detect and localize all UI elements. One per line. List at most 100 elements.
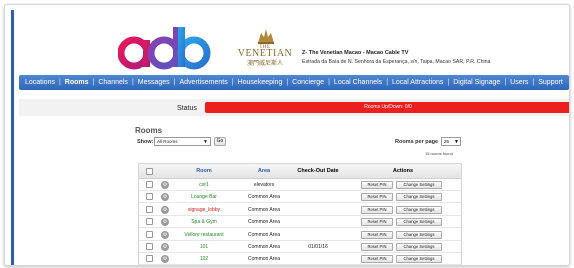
show-filter-select[interactable]: All Rooms ▼	[154, 137, 211, 146]
nav-item-rooms[interactable]: Rooms	[65, 79, 89, 86]
gear-icon[interactable]: ⚙	[161, 255, 169, 264]
rooms-title: Rooms	[135, 126, 163, 135]
room-name[interactable]: 101	[169, 241, 239, 253]
change-settings-button[interactable]: Change Settings	[396, 181, 442, 189]
change-settings-button[interactable]: Change Settings	[396, 243, 442, 251]
nav-item-concierge[interactable]: Concierge	[292, 79, 324, 86]
row-checkbox[interactable]	[146, 243, 153, 250]
change-settings-button[interactable]: Change Settings	[396, 218, 442, 227]
main-nav: Locations | Rooms | Channels | Messages | Advert…	[19, 75, 569, 90]
chevron-down-icon: ▼	[454, 139, 459, 145]
reset-pin-button[interactable]: Reset PIN	[361, 193, 393, 202]
nav-separator: |	[173, 79, 176, 86]
rooms-table: Room Area Check-Out Date Actions ⚙ cor1 el…	[138, 163, 462, 265]
room-area: Common Area	[248, 219, 280, 226]
room-name[interactable]: Vellore restaurant	[169, 229, 239, 241]
table-row: ⚙ 102 Common Area Reset PIN Change Settings	[139, 253, 461, 265]
change-settings-button[interactable]: Change Settings	[396, 193, 442, 202]
table-row: ⚙ signage_lobby Common Area Reset PIN Change…	[139, 204, 461, 216]
reset-pin-button[interactable]: Reset PIN	[361, 230, 393, 239]
change-settings-button[interactable]: Change Settings	[396, 230, 442, 239]
nav-item-local-channels[interactable]: Local Channels	[334, 79, 382, 86]
gear-icon[interactable]: ⚙	[161, 243, 169, 251]
nav-separator: |	[58, 79, 61, 86]
table-header: Room Area Check-Out Date Actions	[139, 164, 461, 179]
row-checkbox[interactable]	[146, 193, 153, 201]
venetian-title: THE VENETIAN	[237, 45, 293, 59]
room-area: Common Area	[248, 194, 280, 201]
select-all-checkbox[interactable]	[146, 168, 153, 175]
row-checkbox[interactable]	[146, 181, 153, 188]
nav-item-channels[interactable]: Channels	[98, 79, 128, 86]
row-checkbox[interactable]	[146, 255, 153, 263]
site-address: Estrada da Baía de N. Senhora da Esperan…	[302, 59, 491, 65]
nav-item-housekeeping[interactable]: Housekeeping	[238, 79, 283, 86]
reset-pin-button[interactable]: Reset PIN	[361, 218, 393, 227]
row-checkbox[interactable]	[146, 230, 153, 238]
nav-separator: |	[504, 79, 507, 86]
row-checkbox[interactable]	[146, 205, 153, 213]
header-area[interactable]: Area	[239, 164, 289, 179]
nav-separator: |	[92, 79, 95, 86]
nav-item-support[interactable]: Support	[538, 79, 563, 86]
room-checkout	[291, 229, 345, 241]
status-label: Status	[177, 105, 197, 112]
rooms-per-page-select[interactable]: 25 ▼	[441, 137, 461, 146]
app-frame: THE VENETIAN 澳門威尼斯人 Z- The Venetian Maca…	[4, 4, 570, 266]
gear-icon[interactable]: ⚙	[161, 230, 169, 239]
header: THE VENETIAN 澳門威尼斯人 Z- The Venetian Maca…	[5, 5, 569, 73]
room-checkout: 01/01/16	[308, 244, 328, 250]
nav-item-users[interactable]: Users	[510, 79, 528, 86]
status-bar: Rooms Up/Down: 0/0	[205, 102, 569, 113]
room-area: Common Area	[248, 244, 280, 250]
lion-crest-icon	[258, 29, 274, 44]
nav-item-locations[interactable]: Locations	[25, 79, 55, 86]
header-checkout: Check-Out Date	[297, 168, 339, 174]
reset-pin-button[interactable]: Reset PIN	[361, 243, 393, 251]
nav-item-local-attractions[interactable]: Local Attractions	[392, 79, 443, 86]
nav-separator: |	[328, 79, 330, 86]
change-settings-button[interactable]: Change Settings	[396, 255, 442, 264]
table-row: ⚙ Spa & Gym Common Area Reset PIN Change Set…	[139, 216, 461, 229]
table-row: ⚙ 101 Common Area 01/01/16 Reset PIN Change S…	[139, 241, 461, 253]
header-actions: Actions	[392, 168, 414, 174]
nav-item-advertisements[interactable]: Advertisements	[180, 79, 228, 86]
reset-pin-button[interactable]: Reset PIN	[361, 181, 393, 189]
reset-pin-button[interactable]: Reset PIN	[361, 255, 393, 264]
room-area: Common Area	[248, 206, 280, 213]
change-settings-button[interactable]: Change Settings	[396, 205, 442, 214]
adb-logo	[118, 27, 211, 70]
show-label: Show:	[137, 139, 154, 145]
nav-separator: |	[386, 79, 389, 86]
venetian-logo: THE VENETIAN 澳門威尼斯人	[235, 25, 295, 69]
gear-icon[interactable]: ⚙	[161, 181, 169, 189]
room-area: Common Area	[248, 256, 280, 263]
room-name[interactable]: cor1	[169, 179, 239, 191]
reset-pin-button[interactable]: Reset PIN	[361, 205, 393, 214]
room-name[interactable]: signage_lobby	[169, 204, 239, 216]
header-room[interactable]: Room	[169, 164, 239, 179]
nav-separator: |	[447, 79, 450, 86]
gear-icon[interactable]: ⚙	[161, 218, 169, 227]
room-area: Common Area	[248, 231, 280, 238]
room-name[interactable]: Lounge Bar	[169, 191, 239, 203]
nav-separator: |	[286, 79, 289, 86]
row-checkbox[interactable]	[146, 218, 153, 226]
nav-item-messages[interactable]: Messages	[138, 79, 170, 86]
room-checkout	[291, 179, 345, 191]
room-name[interactable]: Spa & Gym	[169, 216, 239, 228]
room-checkout	[291, 253, 345, 265]
nav-item-digital-signage[interactable]: Digital Signage	[453, 79, 500, 86]
table-row: ⚙ cor1 elevators Reset PIN Change Settings	[139, 179, 461, 191]
rooms-count: 15 rooms found	[425, 151, 453, 156]
table-row: ⚙ Vellore restaurant Common Area Reset PIN C…	[139, 229, 461, 241]
room-name[interactable]: 102	[169, 253, 239, 265]
site-name: Z- The Venetian Macao - Macao Cable TV	[302, 50, 409, 56]
table-row: ⚙ Lounge Bar Common Area Reset PIN Change Se…	[139, 191, 461, 204]
nav-separator: |	[532, 79, 535, 86]
chevron-down-icon: ▼	[203, 139, 208, 145]
gear-icon[interactable]: ⚙	[161, 193, 169, 202]
gear-icon[interactable]: ⚙	[161, 205, 169, 214]
room-area: elevators	[253, 182, 275, 188]
go-button[interactable]: Go	[214, 137, 226, 146]
